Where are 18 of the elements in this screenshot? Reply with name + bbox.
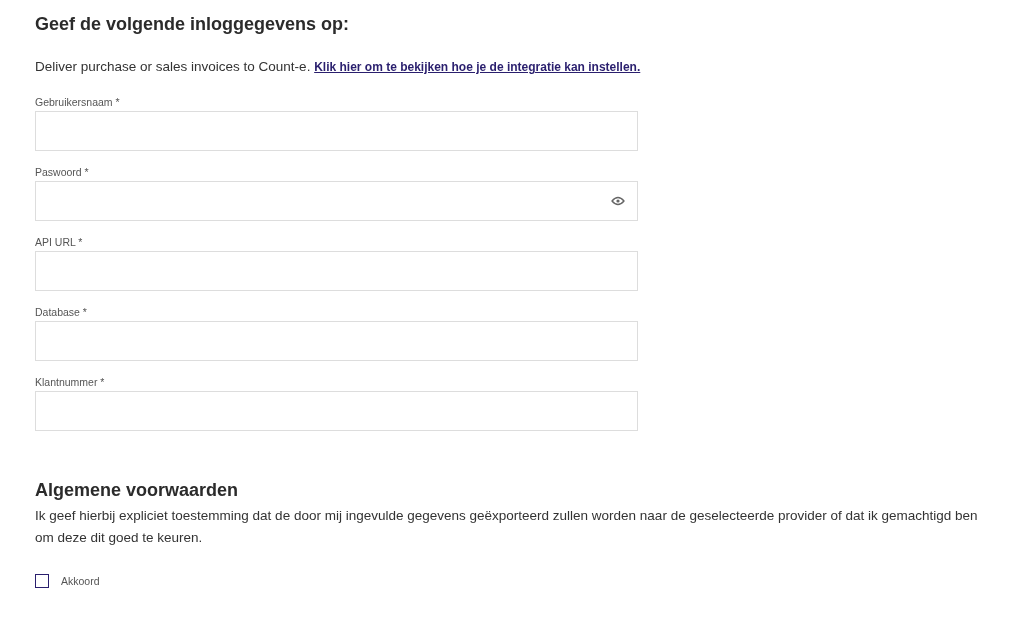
form-heading: Geef de volgende inloggegevens op: bbox=[35, 14, 351, 35]
terms-text: Ik geef hierbij expliciet toestemming dat de door mij ingevulde gegevens geëxporteerd zullen worden naar de geselecteerde provider of dat ik gemachtigd ben om deze dit goed te keuren. bbox=[35, 507, 979, 547]
eye-icon[interactable] bbox=[611, 196, 625, 206]
field-label: Paswoord * bbox=[35, 166, 90, 178]
intro-text: Deliver purchase or sales invoices to Count-e. Klik hier om te bekijken hoe je de integratie kan instellen. bbox=[35, 59, 642, 74]
terms-heading: Algemene voorwaarden bbox=[35, 480, 240, 501]
checkbox-label: Akkoord bbox=[61, 575, 100, 587]
input-field[interactable] bbox=[35, 111, 638, 151]
field-label: API URL * bbox=[35, 236, 84, 248]
checkbox[interactable] bbox=[35, 574, 49, 588]
input-field[interactable] bbox=[35, 251, 638, 291]
input-field[interactable] bbox=[35, 391, 638, 431]
field-label: Gebruikersnaam * bbox=[35, 96, 121, 108]
field-label: Database * bbox=[35, 306, 88, 318]
input-field[interactable] bbox=[35, 181, 638, 221]
input-field[interactable] bbox=[35, 321, 638, 361]
setup-link[interactable]: Klik hier om te bekijken hoe je de integratie kan instellen. bbox=[314, 60, 641, 74]
field-label: Klantnummer * bbox=[35, 376, 106, 388]
